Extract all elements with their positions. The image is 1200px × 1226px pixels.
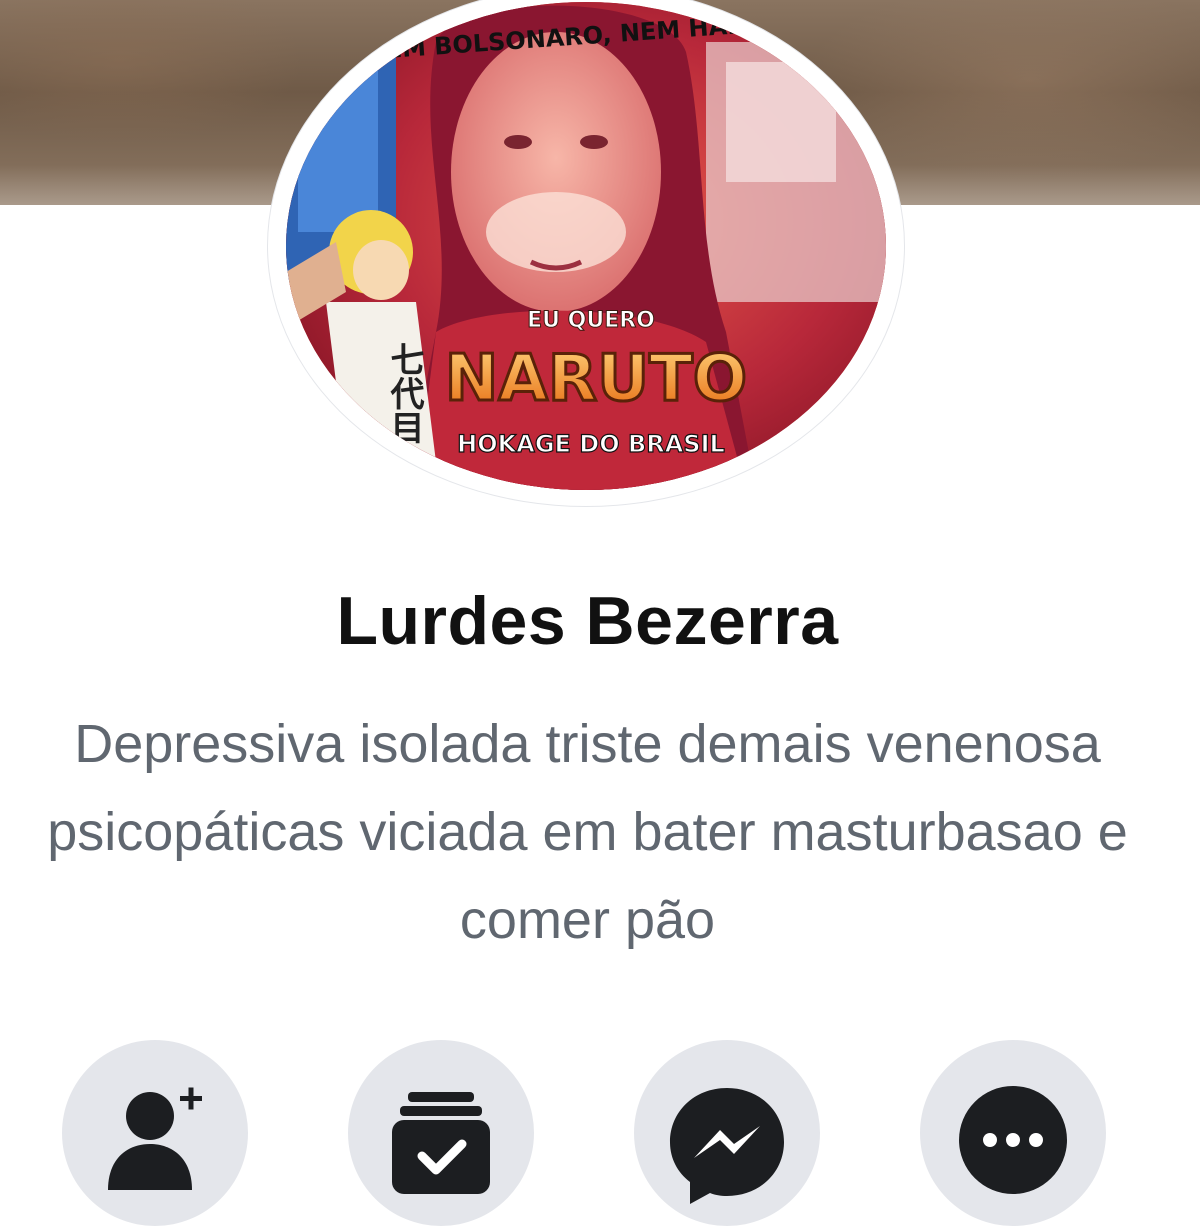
- profile-name: Lurdes Bezerra: [336, 583, 839, 659]
- avatar-big-text: NARUTO: [445, 342, 747, 416]
- add-friend-button[interactable]: [62, 1040, 248, 1226]
- add-friend-icon: [108, 1087, 202, 1190]
- profile-picture-image: 七代目 NEM BOLSONARO, NEM HADDAD EU QUERO N…: [286, 2, 886, 490]
- avatar-small-text: EU QUERO: [527, 308, 655, 333]
- follow-button[interactable]: [348, 1040, 534, 1226]
- follow-check-icon: [392, 1092, 490, 1194]
- messenger-icon: [670, 1088, 784, 1204]
- avatar-kanji: 七代目: [384, 342, 425, 444]
- avatar-bottom-text: HOKAGE DO BRASIL: [457, 430, 725, 458]
- more-options-button[interactable]: [920, 1040, 1106, 1226]
- more-options-icon: [959, 1086, 1067, 1194]
- profile-bio: Depressiva isolada triste demais venenos…: [47, 714, 1128, 950]
- message-button[interactable]: [634, 1040, 820, 1226]
- profile-actions: [0, 1030, 1200, 1226]
- profile-picture[interactable]: 七代目 NEM BOLSONARO, NEM HADDAD EU QUERO N…: [268, 0, 908, 510]
